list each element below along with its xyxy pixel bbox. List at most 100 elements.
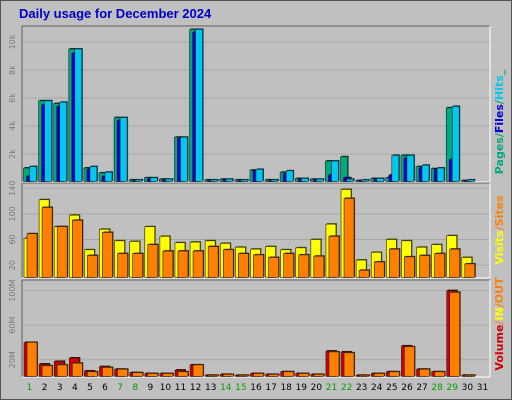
day-label-8: 8	[132, 383, 138, 393]
hits-bar-day-9	[149, 177, 158, 182]
volume-in-out-legend: Volume/IN/OUT	[493, 277, 506, 371]
day-label-7: 7	[117, 383, 123, 393]
sites-bar-day-25	[389, 248, 400, 278]
day-label-21: 21	[326, 383, 337, 393]
hits-bar-day-20	[316, 178, 324, 182]
day-label-4: 4	[72, 383, 78, 393]
hits-bar-day-30	[467, 179, 475, 182]
sites-bar-day-30	[464, 263, 476, 278]
out-bar-day-15	[238, 374, 249, 377]
out-bar-day-6	[102, 367, 113, 377]
day-label-30: 30	[462, 383, 474, 393]
day-label-22: 22	[341, 383, 352, 393]
day-label-29: 29	[447, 383, 459, 393]
visits-sites-legend-part-0: Visits	[493, 230, 506, 265]
hits-bar-day-22	[346, 178, 354, 182]
ytick-label-p1-4: 10k	[8, 34, 17, 49]
day-label-9: 9	[147, 383, 153, 393]
ytick-label-p3-2: 100M	[8, 279, 17, 301]
day-label-18: 18	[280, 383, 292, 393]
out-bar-day-25	[389, 371, 400, 377]
hits-bar-day-8	[134, 179, 143, 182]
ytick-label-p2-1: 60	[8, 234, 17, 244]
hits-bar-day-11	[180, 136, 188, 182]
out-bar-day-24	[373, 373, 385, 377]
out-bar-day-2	[41, 365, 53, 377]
sites-bar-day-4	[71, 219, 83, 278]
ytick-label-p2-2: 100	[8, 206, 17, 221]
sites-bar-day-3	[56, 226, 68, 278]
day-label-10: 10	[160, 383, 172, 393]
out-bar-day-22	[343, 352, 355, 377]
out-bar-day-12	[192, 364, 204, 377]
ytick-label-p2-3: 140	[8, 181, 17, 196]
ytick-label-p3-0: 20M	[8, 351, 17, 368]
out-bar-day-17	[268, 374, 279, 377]
hits-bar-day-1	[29, 166, 37, 182]
sites-bar-day-7	[117, 253, 128, 278]
ytick-label-p1-3: 8k	[8, 65, 17, 75]
visits-sites-legend: Visits/Sites	[493, 195, 506, 265]
visits-sites-legend-part-2: Sites	[493, 195, 506, 226]
out-bar-day-3	[56, 364, 68, 377]
out-bar-day-11	[177, 371, 189, 377]
hits-bar-day-15	[240, 179, 249, 182]
hits-bar-day-29	[451, 106, 460, 182]
hits-bar-day-28	[436, 167, 445, 182]
out-bar-day-26	[404, 346, 415, 377]
day-label-31: 31	[477, 383, 488, 393]
hits-bar-day-13	[210, 179, 218, 182]
out-bar-day-10	[162, 373, 174, 377]
day-label-28: 28	[431, 383, 443, 393]
hits-bar-day-2	[44, 100, 52, 182]
usage-chart-window: Daily usage for December 2024 2k 4k 6k 8k 10…	[0, 0, 512, 400]
day-label-15: 15	[235, 383, 246, 393]
out-bar-day-20	[313, 374, 325, 377]
panel-1-background	[22, 26, 490, 182]
sites-bar-day-27	[419, 255, 430, 278]
panel-3-background	[22, 280, 490, 377]
day-label-25: 25	[386, 383, 397, 393]
day-label-24: 24	[371, 383, 383, 393]
sites-bar-day-2	[41, 207, 53, 278]
hits-bar-day-16	[255, 169, 264, 182]
out-bar-day-16	[253, 373, 264, 377]
hits-bar-day-12	[195, 29, 203, 182]
day-label-16: 16	[250, 383, 262, 393]
day-label-27: 27	[416, 383, 427, 393]
pages-files-hits-legend-part-2: Files	[493, 104, 506, 134]
out-bar-day-27	[419, 368, 430, 377]
sites-bar-day-29	[449, 248, 461, 278]
hits-bar-day-24	[376, 178, 385, 182]
out-bar-day-30	[464, 374, 476, 377]
sites-bar-day-6	[102, 232, 113, 278]
day-label-5: 5	[87, 383, 93, 393]
out-bar-day-23	[358, 374, 370, 377]
sites-bar-day-23	[358, 270, 370, 278]
sites-bar-day-10	[162, 250, 174, 278]
sites-bar-day-22	[343, 198, 355, 278]
day-label-13: 13	[205, 383, 216, 393]
out-bar-day-14	[222, 374, 234, 377]
out-bar-day-4	[71, 362, 83, 377]
hits-bar-day-21	[331, 160, 339, 182]
hits-bar-day-26	[406, 155, 415, 182]
sites-bar-day-1	[26, 233, 38, 278]
ytick-label-p1-0: 2k	[8, 149, 17, 159]
hits-bar-day-25	[391, 155, 400, 182]
hits-bar-day-6	[104, 171, 113, 182]
day-label-12: 12	[190, 383, 201, 393]
ytick-label-p1-2: 6k	[8, 93, 17, 103]
day-label-14: 14	[220, 383, 232, 393]
sites-bar-day-15	[238, 253, 249, 278]
ytick-label-p2-0: 20	[8, 260, 17, 270]
sites-bar-day-11	[177, 250, 189, 278]
sites-bar-day-9	[147, 244, 159, 278]
day-label-26: 26	[401, 383, 413, 393]
sites-bar-day-5	[87, 255, 98, 278]
hits-bar-day-19	[300, 178, 309, 182]
day-label-17: 17	[265, 383, 276, 393]
ytick-label-p3-1: 60M	[8, 317, 17, 334]
volume-in-out-legend-part-0: Volume	[493, 325, 506, 371]
hits-bar-day-18	[285, 170, 294, 182]
